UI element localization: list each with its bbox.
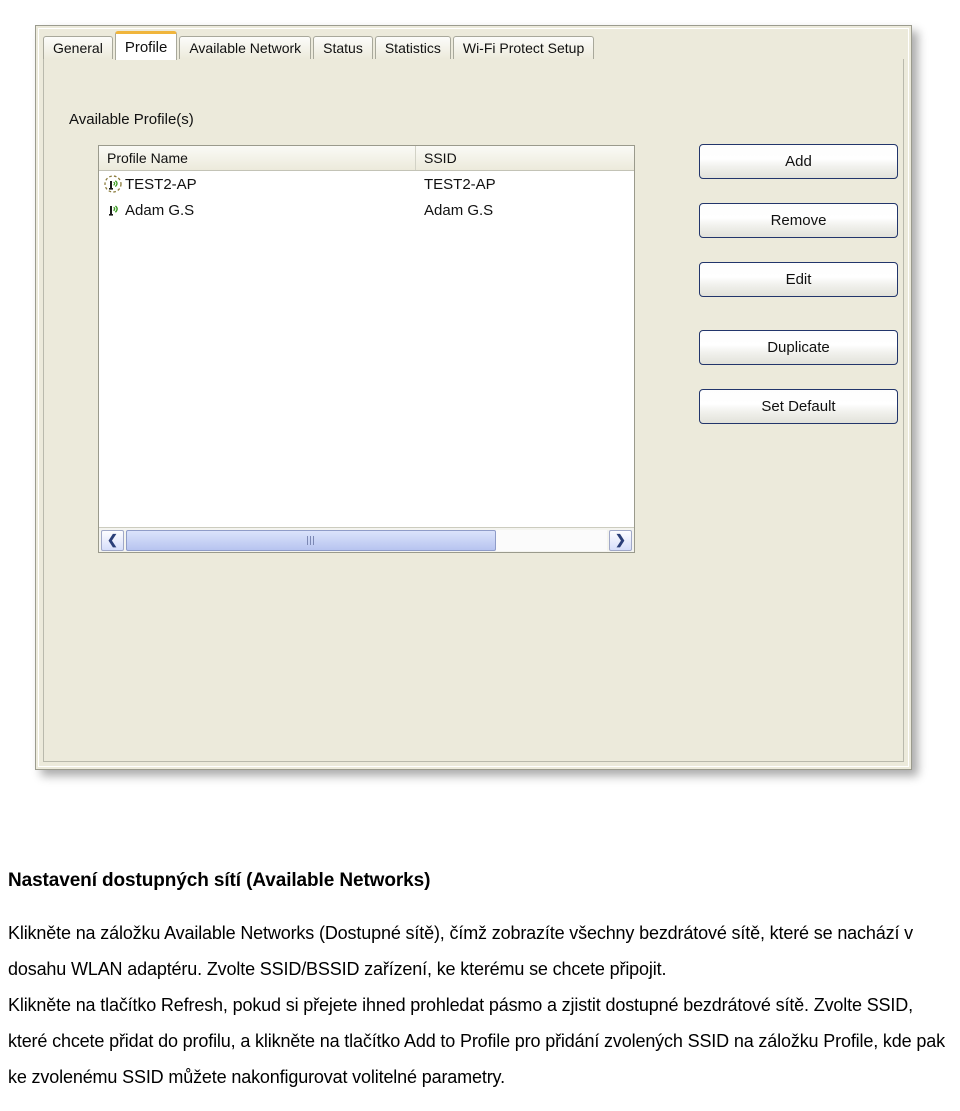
listview-rows: TEST2-AP TEST2-AP Adam G.S Adam G.S	[99, 171, 634, 526]
profile-tab-panel: Available Profile(s) Profile Name SSID T…	[43, 59, 904, 762]
paragraph-2: Klikněte na tlačítko Refresh, pokud si p…	[8, 994, 945, 1087]
profile-listview[interactable]: Profile Name SSID TEST2-AP TEST2-AP Adam…	[98, 145, 635, 553]
scroll-left-icon[interactable]: ❮	[101, 529, 124, 551]
horizontal-scrollbar[interactable]: ❮ ❯	[99, 527, 634, 552]
add-button[interactable]: Add	[699, 144, 898, 179]
edit-button[interactable]: Edit	[699, 262, 898, 297]
screenshot-region: General Profile Available Network Status…	[0, 0, 960, 812]
wireless-antenna-icon	[104, 201, 122, 219]
set-default-button[interactable]: Set Default	[699, 389, 898, 424]
available-profiles-label: Available Profile(s)	[69, 111, 194, 128]
wireless-antenna-default-icon	[104, 175, 122, 193]
cell-ssid: Adam G.S	[424, 201, 494, 219]
wlan-utility-window: General Profile Available Network Status…	[35, 25, 912, 770]
profile-name-text: TEST2-AP	[125, 175, 197, 193]
remove-button[interactable]: Remove	[699, 203, 898, 238]
profile-actions: Add Remove Edit Duplicate Set Default	[699, 144, 899, 424]
tab-status[interactable]: Status	[313, 36, 373, 59]
profile-name-text: Adam G.S	[125, 201, 195, 219]
table-row[interactable]: Adam G.S Adam G.S	[99, 197, 634, 223]
cell-ssid: TEST2-AP	[424, 175, 496, 193]
cell-profile-name: Adam G.S	[99, 201, 416, 219]
section-heading: Nastavení dostupných sítí (Available Net…	[8, 870, 431, 891]
column-header-ssid[interactable]: SSID	[416, 146, 634, 170]
document-text: Nastavení dostupných sítí (Available Net…	[0, 812, 960, 1095]
column-header-profile-name[interactable]: Profile Name	[99, 146, 416, 170]
paragraph-1: Klikněte na záložku Available Networks (…	[8, 922, 914, 979]
listview-header: Profile Name SSID	[99, 146, 634, 171]
tab-strip: General Profile Available Network Status…	[43, 31, 904, 60]
tab-general[interactable]: General	[43, 36, 113, 59]
cell-profile-name: TEST2-AP	[99, 175, 416, 193]
tab-wifi-protect-setup[interactable]: Wi-Fi Protect Setup	[452, 36, 595, 59]
scroll-right-icon[interactable]: ❯	[609, 529, 632, 551]
scrollbar-thumb[interactable]	[126, 529, 497, 551]
duplicate-button[interactable]: Duplicate	[699, 330, 898, 365]
scrollbar-track[interactable]	[126, 529, 607, 551]
scrollbar-grip-icon	[306, 535, 316, 545]
tab-available-network[interactable]: Available Network	[179, 36, 312, 59]
tab-profile[interactable]: Profile	[114, 31, 178, 60]
tab-statistics[interactable]: Statistics	[374, 36, 451, 59]
table-row[interactable]: TEST2-AP TEST2-AP	[99, 171, 634, 197]
